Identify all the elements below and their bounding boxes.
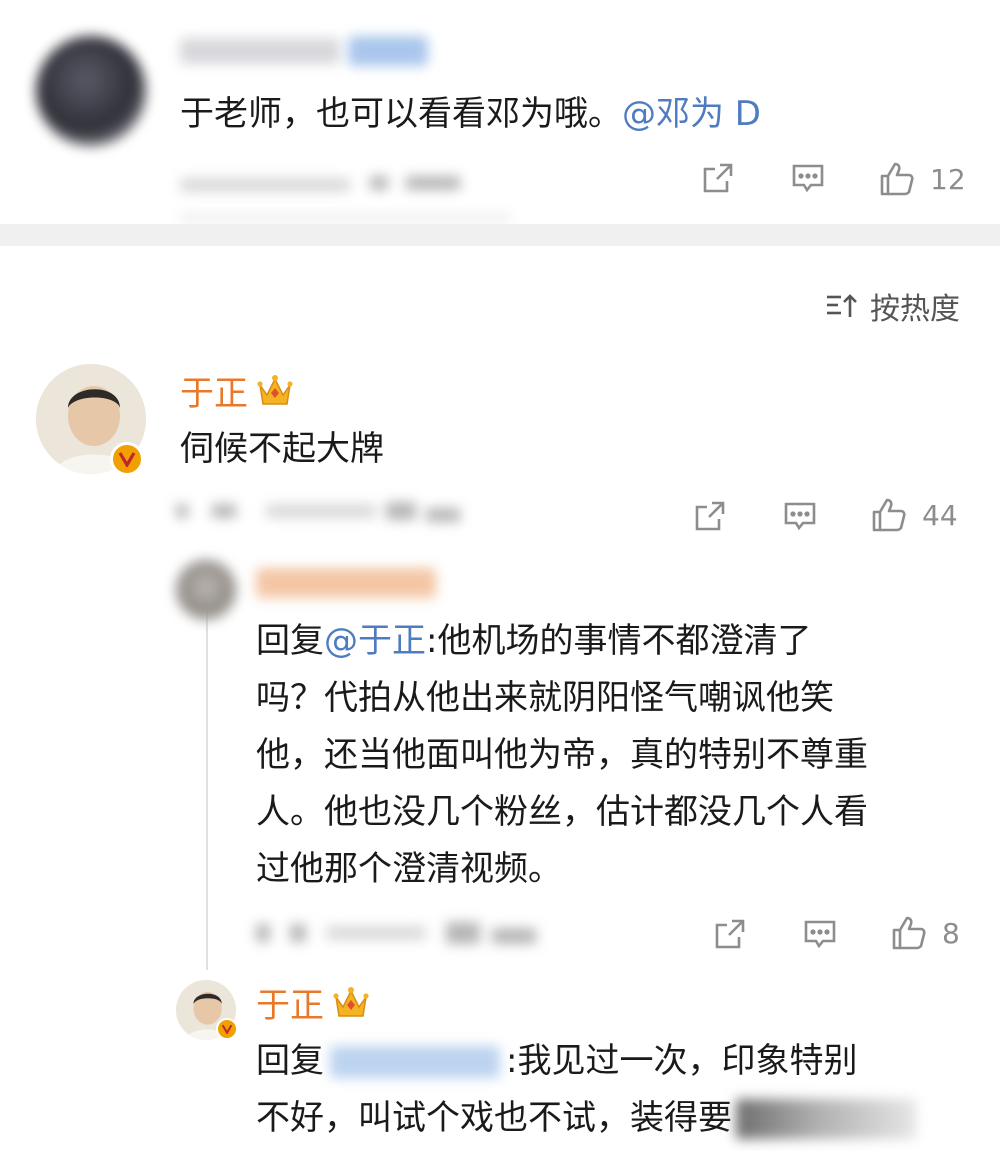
- reply-prefix: 回复: [256, 621, 324, 661]
- crown-icon: [333, 986, 369, 1017]
- reply2-line-2-text: 不好，叫试个戏也不试，装得要: [256, 1098, 732, 1138]
- like-count-top: 12: [930, 162, 966, 196]
- share-button-top[interactable]: [700, 160, 736, 196]
- reply1-line-3: 他，还当他面叫他为帝，真的特别不尊重: [256, 735, 868, 775]
- section-divider: [0, 224, 1000, 246]
- censor-blur: [736, 1098, 916, 1139]
- reply2-line-1-text: :我见过一次，印象特别: [506, 1041, 858, 1081]
- reply1-line-4: 人。他也没几个粉丝，估计都没几个人看: [256, 792, 868, 832]
- sort-toggle[interactable]: 按热度: [824, 284, 960, 328]
- comment-icon: [792, 164, 824, 193]
- username-reply1-blurred[interactable]: [256, 568, 436, 598]
- reply1-line-1: 回复@于正:他机场的事情不都澄清了: [256, 613, 976, 670]
- verified-v-icon: [118, 452, 136, 467]
- author-row-main: 于正: [180, 366, 294, 415]
- author-name-reply2[interactable]: 于正: [256, 978, 324, 1027]
- verified-badge-reply2: [216, 1018, 238, 1040]
- reply1-text: 回复@于正:他机场的事情不都澄清了 吗？代拍从他出来就阴阳怪气嘲讽他笑 他，还当…: [256, 613, 976, 898]
- avatar-reply1[interactable]: [176, 560, 236, 620]
- comment-icon: [784, 502, 816, 531]
- comment-button-top[interactable]: [790, 160, 826, 196]
- reply2-prefix: 回复: [256, 1041, 324, 1081]
- crown-icon: [257, 374, 293, 405]
- like-button-top[interactable]: 12: [878, 160, 966, 198]
- verified-badge-main: [110, 442, 144, 476]
- mention-yuzheng[interactable]: @于正: [324, 621, 426, 661]
- main-comment-text: 伺候不起大牌: [180, 429, 384, 469]
- verified-v-icon: [221, 1024, 233, 1034]
- share-button-reply1[interactable]: [712, 916, 748, 952]
- reply2-line-1: 回复 :我见过一次，印象特别: [256, 1033, 976, 1090]
- like-count-reply1: 8: [942, 916, 960, 950]
- reply1-line-1-text: :他机场的事情不都澄清了: [426, 621, 812, 661]
- main-comment-meta: [176, 498, 476, 526]
- thread-line: [206, 610, 208, 970]
- share-icon: [695, 501, 725, 531]
- sort-icon: [827, 294, 857, 317]
- like-count-main: 44: [922, 498, 958, 532]
- thumbs-up-icon: [872, 498, 906, 532]
- username-top-blurred[interactable]: [180, 38, 340, 64]
- like-button-reply1[interactable]: 8: [890, 914, 960, 952]
- sort-label: 按热度: [870, 292, 960, 327]
- author-row-reply2: 于正: [256, 978, 370, 1027]
- mention-reply2-blurred[interactable]: [330, 1045, 500, 1078]
- top-comment-text: 于老师，也可以看看邓为哦。@邓为 D: [180, 86, 761, 143]
- top-faint-line: [180, 214, 510, 222]
- like-button-main[interactable]: 44: [870, 496, 958, 534]
- share-icon: [715, 919, 745, 949]
- share-icon: [703, 163, 733, 193]
- comment-icon: [804, 920, 836, 949]
- avatar-top[interactable]: [36, 36, 146, 146]
- reply1-line-5: 过他那个澄清视频。: [256, 849, 562, 889]
- comment-button-main[interactable]: [782, 498, 818, 534]
- thumbs-up-icon: [880, 162, 914, 196]
- reply2-text: 回复 :我见过一次，印象特别 不好，叫试个戏也不试，装得要: [256, 1033, 976, 1147]
- share-button-main[interactable]: [692, 498, 728, 534]
- comment-button-reply1[interactable]: [802, 916, 838, 952]
- top-comment-body: 于老师，也可以看看邓为哦。: [180, 94, 622, 134]
- reply1-line-2: 吗？代拍从他出来就阴阳怪气嘲讽他笑: [256, 678, 834, 718]
- top-comment-meta: [180, 174, 470, 196]
- author-name-main[interactable]: 于正: [180, 366, 248, 415]
- badge-top-blurred: [348, 36, 428, 66]
- mention-link[interactable]: @邓为 D: [622, 94, 761, 134]
- reply1-meta: [256, 918, 546, 948]
- thumbs-up-icon: [892, 916, 926, 950]
- reply2-line-2: 不好，叫试个戏也不试，装得要: [256, 1090, 976, 1147]
